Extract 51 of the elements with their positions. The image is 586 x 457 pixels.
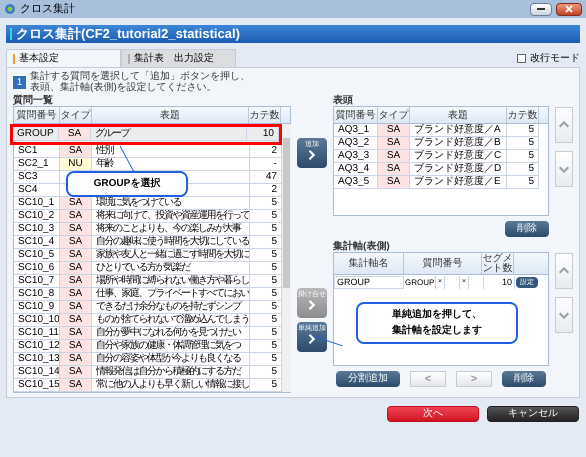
table-cell: SA — [378, 137, 410, 150]
table-cell: SA — [60, 366, 92, 379]
column-header: タイプ — [378, 107, 410, 123]
table-cell: SA — [378, 124, 410, 137]
table-cell: 5 — [507, 124, 539, 137]
table-cell: 10 — [483, 276, 515, 288]
callout-tooltip: GROUPを選択 — [66, 171, 188, 197]
column-header: 質問番号 — [14, 107, 60, 123]
table-cell: SA — [60, 314, 92, 327]
table-cell: 5 — [507, 176, 539, 189]
table-cell: SA — [60, 236, 92, 249]
table-cell: SA — [60, 197, 92, 210]
instruction-text: 集計する質問を選択して「追加」ボタンを押し、 表頭、集計軸(表側)を設定してください。 — [30, 71, 250, 93]
column-header: 表題 — [92, 107, 249, 123]
column-header: セグメント数 — [482, 253, 514, 274]
table-cell: SA — [60, 353, 92, 366]
section-label: 質問一覧 — [13, 95, 54, 106]
header-title: クロス集計(CF2_tutorial2_statistical) — [16, 26, 240, 42]
column-header: 表題 — [410, 107, 507, 123]
table-cell: SA — [60, 288, 92, 301]
table-cell: SA — [60, 249, 92, 262]
window-title: クロス集計 — [20, 2, 76, 17]
section-label: 表頭 — [333, 95, 354, 106]
table-cell: SA — [378, 150, 410, 163]
table-cell: SA — [60, 301, 92, 314]
table-cell: SA — [60, 223, 92, 236]
step-badge: 1 — [13, 76, 26, 88]
callout-tooltip: 単純追加を押して、 集計軸を設定します — [356, 302, 518, 344]
section-label: 集計軸(表側) — [333, 241, 391, 252]
table-cell: 5 — [507, 137, 539, 150]
table-cell: SA — [60, 340, 92, 353]
table-cell: GROUP — [404, 276, 436, 288]
column-header: カテ数 — [249, 107, 281, 123]
column-header: 質問番号 — [404, 253, 482, 274]
table-cell: SA — [59, 128, 91, 141]
table-cell: SA — [60, 379, 92, 392]
table-cell: SA — [378, 163, 410, 176]
column-header: タイプ — [60, 107, 92, 123]
table-cell: SA — [378, 176, 410, 189]
table-cell: SA — [60, 145, 92, 158]
table-cell: NU — [60, 158, 92, 171]
table-cell: 10 — [247, 128, 279, 141]
column-header: カテ数 — [507, 107, 539, 123]
table-cell: SA — [60, 210, 92, 223]
column-header: 質問番号 — [334, 107, 378, 123]
table-cell: SA — [60, 275, 92, 288]
table-cell: 5 — [507, 163, 539, 176]
column-header: 集計軸名 — [334, 253, 404, 274]
table-cell: SA — [60, 262, 92, 275]
table-cell: SA — [60, 327, 92, 340]
table-cell: 5 — [507, 150, 539, 163]
